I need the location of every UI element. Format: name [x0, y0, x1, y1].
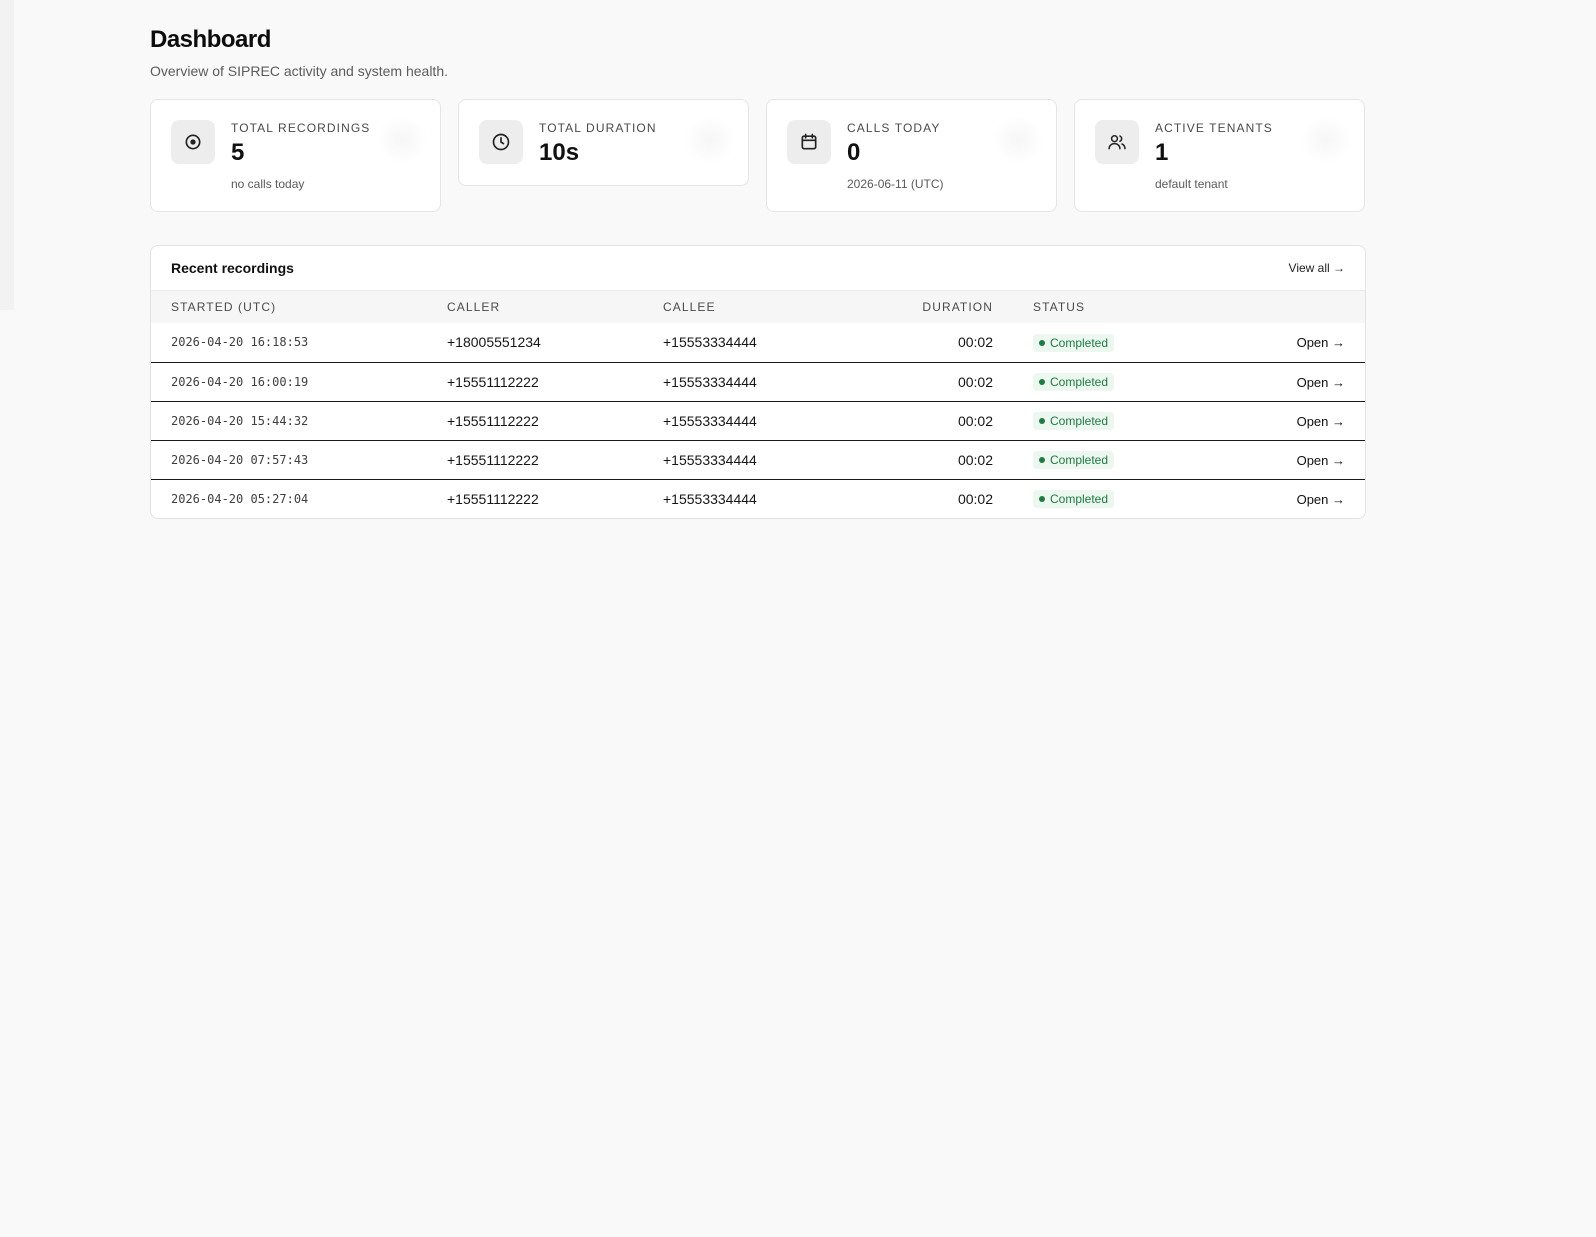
- cell-started: 2026-04-20 16:18:53: [171, 335, 309, 350]
- cell-callee: +15553334444: [663, 490, 757, 507]
- column-header-started[interactable]: STARTED (UTC): [151, 291, 427, 323]
- cell-caller: +15551112222: [447, 373, 539, 390]
- status-badge: Completed: [1033, 451, 1115, 469]
- stat-sub: no calls today: [231, 177, 305, 191]
- status-dot-icon: [1039, 496, 1045, 503]
- cell-started: 2026-04-20 05:27:04: [171, 491, 309, 506]
- stat-card-calls-today: CALLS TODAY 0 2026-06-11 (UTC): [766, 99, 1057, 212]
- status-label: Completed: [1050, 375, 1109, 389]
- column-header-caller[interactable]: CALLER: [427, 291, 643, 323]
- cell-callee: +15553334444: [663, 373, 757, 390]
- view-all-link[interactable]: View all →: [1289, 261, 1345, 275]
- cell-duration: 00:02: [957, 451, 993, 468]
- column-header-callee[interactable]: CALLEE: [643, 291, 843, 323]
- users-icon: [1095, 120, 1139, 164]
- status-label: Completed: [1050, 335, 1109, 350]
- sidebar-edge: [0, 0, 14, 310]
- table-row[interactable]: 2026-04-20 15:44:32 +15551112222 +155533…: [151, 401, 1365, 440]
- cell-callee: +15553334444: [663, 412, 757, 429]
- status-dot-icon: [1039, 418, 1045, 424]
- stat-card-active-tenants: ACTIVE TENANTS 1 default tenant: [1074, 99, 1365, 212]
- open-recording-link[interactable]: Open →: [1297, 335, 1345, 350]
- record-icon: [171, 120, 215, 164]
- status-dot-icon: [1039, 379, 1045, 385]
- stat-card-total-duration: TOTAL DURATION 10s: [458, 99, 749, 186]
- status-label: Completed: [1050, 414, 1109, 428]
- stat-value: 0: [847, 139, 861, 166]
- column-header-duration[interactable]: DURATION: [843, 291, 1013, 323]
- stat-value: 10s: [539, 139, 580, 166]
- cell-caller: +15551112222: [447, 412, 539, 429]
- status-label: Completed: [1050, 453, 1109, 467]
- cell-action: Open →: [1213, 362, 1365, 401]
- stat-label: CALLS TODAY: [847, 121, 941, 135]
- recent-recordings-panel: Recent recordings View all → STARTED (UT…: [150, 245, 1366, 519]
- cell-status: Completed: [1013, 323, 1213, 362]
- decorative-blob: [992, 114, 1044, 166]
- stat-sub: default tenant: [1155, 177, 1228, 191]
- cell-duration: 00:02: [957, 373, 993, 390]
- status-dot-icon: [1039, 339, 1045, 346]
- decorative-blob: [376, 114, 428, 166]
- stat-label: ACTIVE TENANTS: [1155, 121, 1273, 135]
- status-badge: Completed: [1033, 490, 1115, 509]
- status-badge: Completed: [1033, 412, 1115, 430]
- cell-duration: 00:02: [957, 412, 993, 429]
- stat-sub: 2026-06-11 (UTC): [847, 177, 944, 191]
- panel-header: Recent recordings View all →: [151, 246, 1365, 291]
- stat-card-total-recordings: TOTAL RECORDINGS 5 no calls today: [150, 99, 441, 212]
- cell-caller: +15551112222: [447, 451, 539, 468]
- cell-started: 2026-04-20 07:57:43: [171, 452, 309, 467]
- cell-callee: +15553334444: [663, 451, 757, 468]
- stat-value: 5: [231, 139, 245, 166]
- cell-status: Completed: [1013, 440, 1213, 479]
- table-row[interactable]: 2026-04-20 16:18:53 +18005551234 +155533…: [151, 323, 1365, 362]
- status-label: Completed: [1050, 492, 1109, 507]
- cell-caller: +15551112222: [447, 490, 539, 507]
- decorative-blob: [684, 114, 736, 166]
- recordings-table: STARTED (UTC) CALLER CALLEE DURATION STA…: [151, 291, 1365, 518]
- stat-label: TOTAL DURATION: [539, 121, 657, 135]
- open-recording-link[interactable]: Open →: [1297, 375, 1345, 390]
- open-recording-link[interactable]: Open →: [1297, 453, 1345, 468]
- cell-caller: +18005551234: [447, 334, 541, 351]
- cell-duration: 00:02: [957, 490, 993, 507]
- cell-duration: 00:02: [957, 334, 993, 351]
- cell-started: 2026-04-20 16:00:19: [171, 374, 309, 389]
- table-row[interactable]: 2026-04-20 07:57:43 +15551112222 +155533…: [151, 440, 1365, 479]
- status-badge: Completed: [1033, 373, 1115, 391]
- cell-status: Completed: [1013, 362, 1213, 401]
- cell-action: Open →: [1213, 440, 1365, 479]
- stats-cards: TOTAL RECORDINGS 5 no calls today TOTAL …: [150, 99, 1366, 212]
- stat-value: 1: [1155, 139, 1169, 166]
- clock-icon: [479, 120, 523, 164]
- calendar-icon: [787, 120, 831, 164]
- decorative-blob: [1300, 114, 1352, 166]
- page-title: Dashboard: [150, 26, 271, 53]
- table-row[interactable]: 2026-04-20 16:00:19 +15551112222 +155533…: [151, 362, 1365, 401]
- panel-title: Recent recordings: [171, 260, 294, 276]
- cell-callee: +15553334444: [663, 334, 757, 351]
- cell-status: Completed: [1013, 479, 1213, 518]
- table-header-row: STARTED (UTC) CALLER CALLEE DURATION STA…: [151, 291, 1365, 323]
- page-subtitle: Overview of SIPREC activity and system h…: [150, 63, 448, 79]
- cell-action: Open →: [1213, 323, 1365, 362]
- cell-action: Open →: [1213, 479, 1365, 518]
- cell-started: 2026-04-20 15:44:32: [171, 413, 309, 428]
- open-recording-link[interactable]: Open →: [1297, 492, 1345, 507]
- column-header-actions: [1213, 291, 1365, 323]
- column-header-status[interactable]: STATUS: [1013, 291, 1213, 323]
- dashboard-page: Dashboard Overview of SIPREC activity an…: [150, 26, 1366, 519]
- stat-label: TOTAL RECORDINGS: [231, 121, 371, 135]
- open-recording-link[interactable]: Open →: [1297, 414, 1345, 429]
- status-dot-icon: [1039, 457, 1045, 463]
- cell-action: Open →: [1213, 401, 1365, 440]
- cell-status: Completed: [1013, 401, 1213, 440]
- status-badge: Completed: [1033, 333, 1115, 352]
- table-row[interactable]: 2026-04-20 05:27:04 +15551112222 +155533…: [151, 479, 1365, 518]
